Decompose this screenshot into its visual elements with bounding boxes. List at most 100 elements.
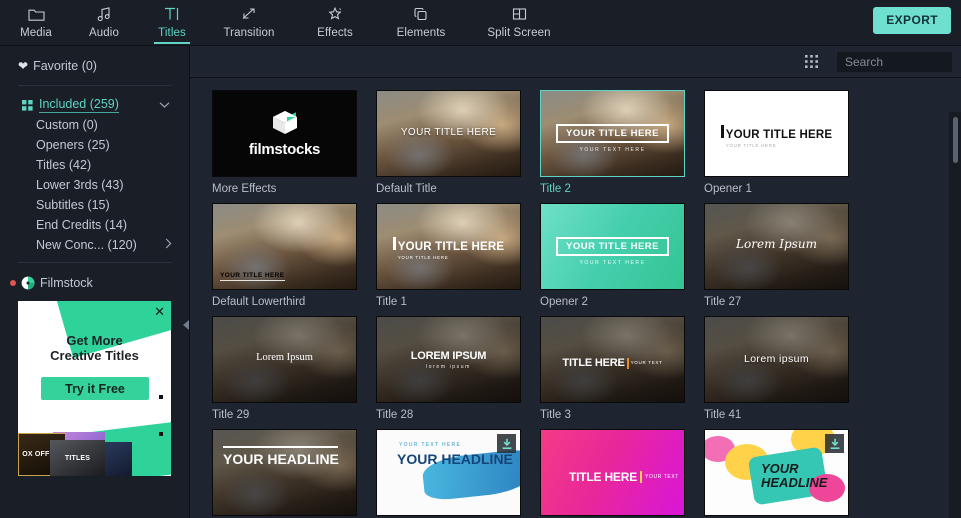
template-cell-headline-pop[interactable]: YOUR HEADLINE [704, 429, 849, 516]
search-input[interactable] [837, 55, 961, 69]
overlay-title: LOREM IPSUM [410, 350, 487, 362]
overlay-text-stack: YOUR TITLE HERE YOUR TITLE HERE [398, 237, 505, 261]
template-cell-title-1[interactable]: YOUR TITLE HERE YOUR TITLE HERE Title 1 [376, 203, 521, 308]
sidebar-item-subtitles[interactable]: Subtitles (15) [36, 195, 176, 215]
template-thumbnail[interactable]: YOUR HEADLINE [704, 429, 849, 516]
overlay-title: YOUR TITLE HERE [397, 241, 505, 253]
template-thumbnail[interactable]: TITLE HERE YOUR TEXT [540, 429, 685, 516]
template-thumbnail[interactable]: YOUR TITLE HERE [376, 90, 521, 177]
overlay-group: YOUR TITLE HERE YOUR TITLE HERE [377, 237, 520, 261]
scrollbar-thumb[interactable] [953, 117, 958, 163]
overlay-title: YOUR TITLE HERE [555, 237, 669, 256]
chevron-down-icon[interactable] [159, 98, 170, 112]
template-thumbnail[interactable]: Lorem ipsum [704, 316, 849, 403]
overlay-title: TITLE HERE [562, 357, 625, 369]
template-thumbnail[interactable]: YOUR TITLE HERE YOUR TEXT HERE [540, 203, 685, 290]
sidebar-item-openers-label: Openers (25) [36, 138, 110, 152]
app-window: Media Audio Titles Transition Effects El… [0, 0, 961, 518]
template-thumbnail[interactable]: YOUR TITLE HERE YOUR TITLE HERE [376, 203, 521, 290]
overlay-title: Lorem Ipsum [256, 352, 313, 363]
export-button[interactable]: EXPORT [873, 7, 951, 34]
promo-title-line2: Creative Titles [50, 348, 139, 363]
sidebar-item-titles-label: Titles (42) [36, 158, 92, 172]
template-cell-opener-2[interactable]: YOUR TITLE HERE YOUR TEXT HERE Opener 2 [540, 203, 685, 308]
sidebar-item-custom-label: Custom (0) [36, 118, 98, 132]
download-icon[interactable] [497, 434, 516, 453]
tab-split-screen-label: Split Screen [487, 27, 551, 39]
active-tab-indicator [154, 42, 190, 44]
template-cell-title-41[interactable]: Lorem ipsum Title 41 [704, 316, 849, 421]
tab-effects[interactable]: Effects [292, 0, 378, 45]
tab-media[interactable]: Media [2, 0, 70, 45]
tab-titles[interactable]: Titles [138, 0, 206, 45]
chevron-right-icon [165, 238, 172, 252]
template-cell-title-29[interactable]: Lorem Ipsum Title 29 [212, 316, 357, 421]
filmstock-logo-icon [21, 276, 35, 290]
promo-thumbnails: OX OFFICE TITLES [18, 431, 171, 476]
sidebar-item-favorite[interactable]: ❤ Favorite (0) [18, 56, 190, 76]
overlay-title: YOUR TITLE HERE [725, 129, 833, 141]
promo-card[interactable]: ✕ Get More Creative Titles Try it Free O… [18, 301, 171, 476]
template-thumbnail[interactable]: YOUR TITLE HERE YOUR TITLE HERE [704, 90, 849, 177]
try-it-free-button[interactable]: Try it Free [41, 377, 149, 400]
overlay-subtitle: YOUR TITLE HERE [725, 143, 777, 148]
promo-dot-2 [159, 432, 163, 436]
close-icon[interactable]: ✕ [154, 305, 165, 318]
filmstocks-wordmark: filmstocks [248, 141, 321, 158]
template-cell-title-28[interactable]: LOREM IPSUM lorem ipsum Title 28 [376, 316, 521, 421]
music-note-icon [96, 4, 113, 24]
sidebar-item-included[interactable]: Included (259) [22, 95, 172, 115]
template-cell-title-here-magenta[interactable]: TITLE HERE YOUR TEXT [540, 429, 685, 516]
sidebar-item-titles[interactable]: Titles (42) [36, 155, 176, 175]
template-cell-title-27[interactable]: Lorem Ipsum Title 27 [704, 203, 849, 308]
sidebar-item-subtitles-label: Subtitles (15) [36, 198, 110, 212]
tab-transition-label: Transition [223, 27, 275, 39]
template-thumbnail[interactable]: LOREM IPSUM lorem ipsum [376, 316, 521, 403]
template-thumbnail[interactable]: YOUR TITLE HERE [212, 203, 357, 290]
template-thumbnail[interactable]: YOUR TITLE HERE YOUR TEXT HERE [540, 90, 685, 177]
sidebar-item-end-credits[interactable]: End Credits (14) [36, 215, 176, 235]
template-cell-title-2[interactable]: YOUR TITLE HERE YOUR TEXT HERE Title 2 [540, 90, 685, 195]
template-thumbnail[interactable]: Lorem Ipsum [704, 203, 849, 290]
collapse-sidebar-icon[interactable] [183, 320, 189, 330]
thumb-background [213, 430, 356, 515]
tab-transition[interactable]: Transition [206, 0, 292, 45]
tab-elements-label: Elements [396, 27, 446, 39]
sidebar-item-new-concepts[interactable]: New Conc... (120) [36, 235, 176, 255]
template-cell-default-lowerthird[interactable]: YOUR TITLE HERE Default Lowerthird [212, 203, 357, 308]
sidebar-item-lower-3rds-label: Lower 3rds (43) [36, 178, 124, 192]
search-box[interactable] [837, 52, 961, 72]
tab-split-screen[interactable]: Split Screen [464, 0, 574, 45]
template-cell-more-effects[interactable]: filmstocks More Effects [212, 90, 357, 195]
promo-tile-3-label: TITLES [64, 454, 91, 462]
sidebar-item-filmstock[interactable]: Filmstock [10, 273, 190, 293]
template-cell-opener-1[interactable]: YOUR TITLE HERE YOUR TITLE HERE Opener 1 [704, 90, 849, 195]
sidebar-item-openers[interactable]: Openers (25) [36, 135, 176, 155]
template-cell-headline-brush[interactable]: YOUR TEXT HERE YOUR HEADLINE [376, 429, 521, 516]
scrollbar-track[interactable] [949, 112, 961, 518]
template-thumbnail[interactable]: Lorem Ipsum [212, 316, 357, 403]
tab-elements[interactable]: Elements [378, 0, 464, 45]
main-toolbar: Media Audio Titles Transition Effects El… [0, 0, 961, 46]
sidebar-item-end-credits-label: End Credits (14) [36, 218, 128, 232]
template-cell-title-3[interactable]: TITLE HERE YOUR TEXT Title 3 [540, 316, 685, 421]
download-icon[interactable] [825, 434, 844, 453]
template-caption: Title 2 [540, 183, 571, 195]
template-thumbnail[interactable]: YOUR HEADLINE [212, 429, 357, 516]
template-cell-headline-photo[interactable]: YOUR HEADLINE [212, 429, 357, 516]
template-thumbnail[interactable]: TITLE HERE YOUR TEXT [540, 316, 685, 403]
tab-audio[interactable]: Audio [70, 0, 138, 45]
template-thumbnail[interactable]: YOUR TEXT HERE YOUR HEADLINE [376, 429, 521, 516]
sidebar-item-lower-3rds[interactable]: Lower 3rds (43) [36, 175, 176, 195]
template-thumbnail[interactable]: filmstocks [212, 90, 357, 177]
overlay-subtitle: YOUR TEXT [630, 360, 663, 365]
template-caption: Title 1 [376, 296, 407, 308]
overlay-title: Lorem ipsum [743, 353, 810, 365]
sidebar-item-custom[interactable]: Custom (0) [36, 115, 176, 135]
template-cell-default-title[interactable]: YOUR TITLE HERE Default Title [376, 90, 521, 195]
template-grid-area[interactable]: filmstocks More Effects YOUR TITLE HERE … [190, 79, 961, 518]
accent-bar [626, 357, 629, 369]
overlay-title: YOUR TITLE HERE [555, 124, 669, 143]
overlay-group: TITLE HERE YOUR TEXT [569, 470, 679, 484]
grid-dots-icon[interactable] [805, 55, 819, 74]
